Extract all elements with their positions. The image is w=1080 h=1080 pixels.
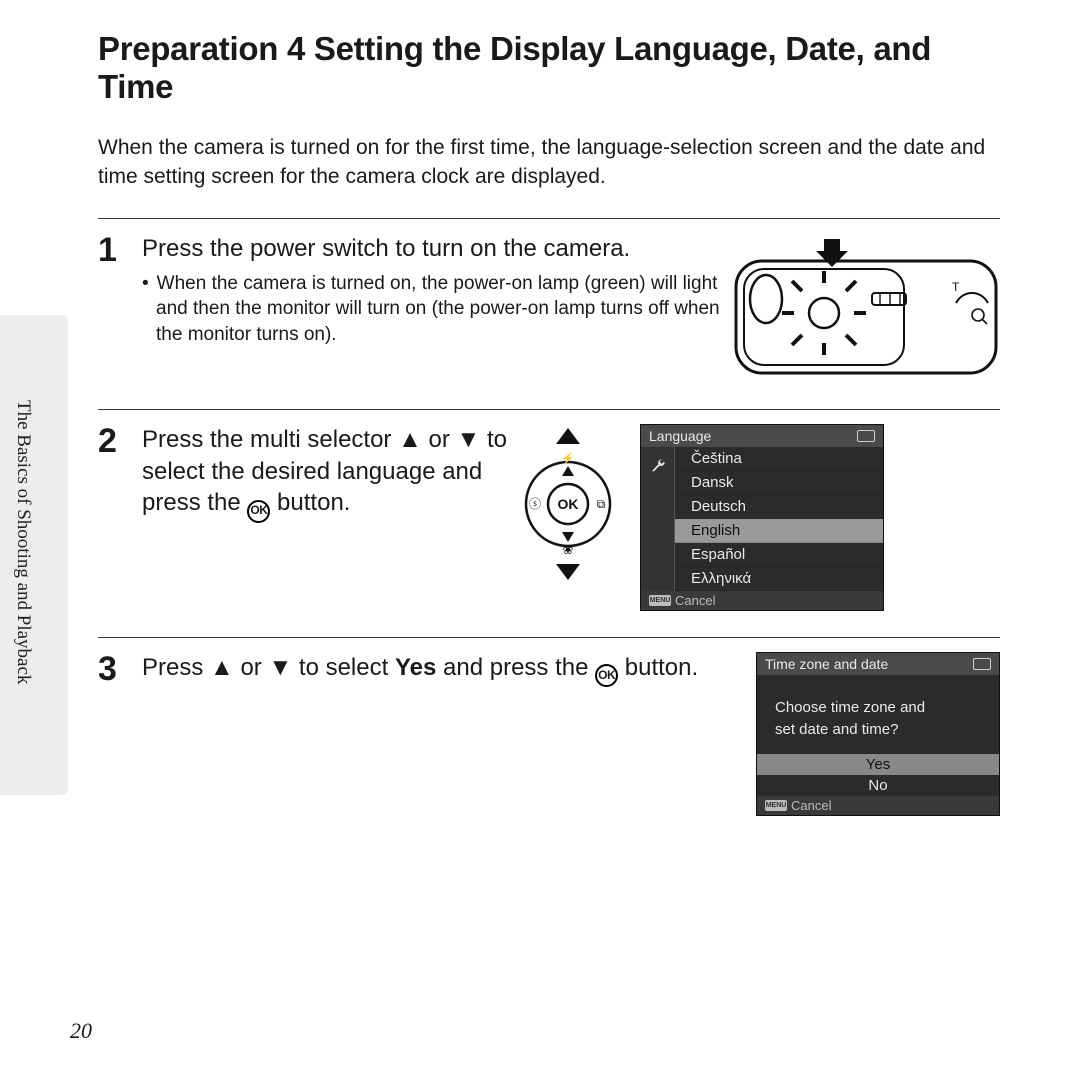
language-option[interactable]: Čeština: [675, 447, 883, 471]
cancel-label[interactable]: Cancel: [791, 798, 831, 813]
svg-text:ⓢ: ⓢ: [529, 497, 541, 511]
step-3-head: Press ▲ or ▼ to select Yes and press the…: [142, 652, 746, 687]
option-no[interactable]: No: [757, 775, 999, 796]
svg-text:❀: ❀: [563, 542, 574, 557]
language-screen-title: Language: [649, 428, 711, 444]
svg-text:⚡: ⚡: [561, 452, 575, 465]
ok-button-icon: OK: [247, 500, 270, 523]
camera-top-illustration: T: [732, 233, 1000, 383]
step-number: 3: [98, 652, 142, 816]
language-option[interactable]: Deutsch: [675, 495, 883, 519]
page-title: Preparation 4 Setting the Display Langua…: [98, 30, 1000, 106]
down-triangle-icon: ▼: [457, 424, 481, 456]
card-icon: [857, 430, 875, 442]
svg-text:OK: OK: [558, 496, 579, 512]
down-triangle-icon: ▼: [268, 652, 292, 684]
timezone-screen-title: Time zone and date: [765, 656, 888, 672]
timezone-prompt-line1: Choose time zone and: [775, 697, 981, 720]
ok-button-icon: OK: [595, 664, 618, 687]
multi-selector-illustration: OK ⚡ ❀ ⓢ ⧉: [522, 424, 614, 584]
step-2-head: Press the multi selector ▲ or ▼ to selec…: [142, 424, 512, 523]
language-option[interactable]: Dansk: [675, 471, 883, 495]
side-section-title: The Basics of Shooting and Playback: [12, 400, 34, 750]
step-number: 1: [98, 233, 142, 383]
timezone-screen: Time zone and date Choose time zone and …: [756, 652, 1000, 816]
menu-icon: MENU: [765, 800, 787, 811]
card-icon: [973, 658, 991, 670]
svg-text:⧉: ⧉: [597, 497, 606, 511]
step-3: 3 Press ▲ or ▼ to select Yes and press t…: [98, 637, 1000, 842]
language-option-selected[interactable]: English: [675, 519, 883, 543]
step-number: 2: [98, 424, 142, 611]
up-triangle-icon: ▲: [210, 652, 234, 684]
step-2: 2 Press the multi selector ▲ or ▼ to sel…: [98, 409, 1000, 637]
timezone-prompt-line2: set date and time?: [775, 719, 981, 742]
language-screen: Language Čeština Dansk Deutsch English E…: [640, 424, 884, 611]
language-list: Čeština Dansk Deutsch English Español Ελ…: [675, 447, 883, 591]
up-triangle-icon: ▲: [398, 424, 422, 456]
cancel-label[interactable]: Cancel: [675, 593, 715, 608]
side-tab: [0, 315, 68, 795]
menu-icon: MENU: [649, 595, 671, 606]
language-option[interactable]: Español: [675, 543, 883, 567]
svg-text:T: T: [952, 280, 960, 294]
step-1: 1 Press the power switch to turn on the …: [98, 218, 1000, 409]
wrench-icon: [649, 457, 667, 475]
language-option[interactable]: Ελληνικά: [675, 567, 883, 591]
page-number: 20: [70, 1018, 92, 1044]
intro-text: When the camera is turned on for the fir…: [98, 134, 1000, 192]
step-1-sub: When the camera is turned on, the power-…: [142, 271, 722, 348]
step-1-head: Press the power switch to turn on the ca…: [142, 233, 722, 265]
option-yes[interactable]: Yes: [757, 754, 999, 775]
